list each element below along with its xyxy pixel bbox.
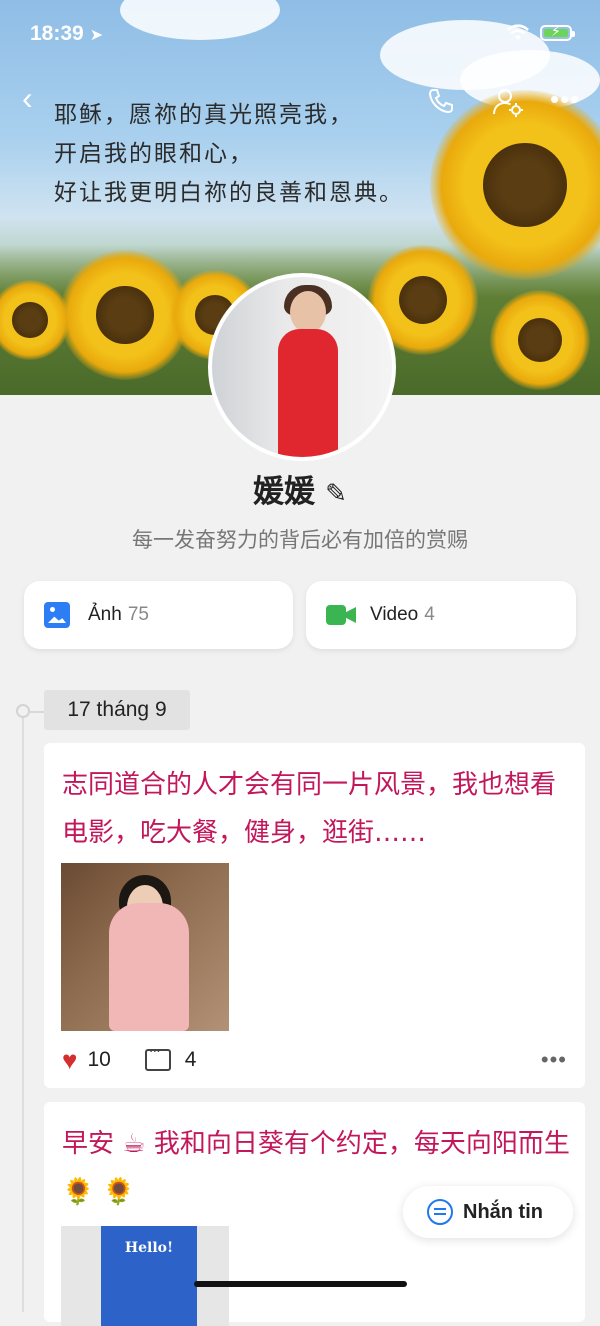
sunflower — [490, 290, 590, 390]
location-arrow-icon: ➤ — [89, 27, 104, 44]
phone-icon — [428, 89, 453, 114]
profile-name-text: 媛媛 — [253, 474, 316, 510]
video-camera-icon — [326, 603, 356, 627]
send-message-button[interactable]: Nhắn tin — [403, 1186, 573, 1238]
wifi-icon — [507, 24, 529, 40]
profile-name: 媛媛 ✎ — [0, 466, 600, 511]
ellipsis-icon: ••• — [550, 84, 581, 114]
photo-person — [109, 903, 189, 1031]
avatar-face — [290, 291, 326, 333]
comment-count: 4 — [184, 1048, 197, 1071]
call-button[interactable] — [426, 86, 456, 121]
photos-label: Ảnh — [88, 604, 122, 625]
photos-count: 75 — [127, 604, 149, 625]
status-time-text: 18:39 — [30, 22, 84, 45]
user-gear-icon — [493, 89, 523, 117]
comment-icon[interactable] — [144, 1042, 171, 1071]
post-actions: ♥ 10 4 ••• — [62, 1042, 567, 1076]
cover-poem: 耶稣，愿祢的真光照亮我， 开启我的眼和心， 好让我更明白祢的良善和恩典。 — [54, 96, 404, 213]
post-image-text: Hello! — [124, 1240, 174, 1256]
profile-bio: 每一发奋努力的背后必有加倍的赏赐 — [132, 528, 468, 552]
profile-settings-button[interactable] — [492, 86, 524, 123]
chat-bubble-icon — [427, 1199, 453, 1225]
avatar[interactable] — [208, 273, 396, 461]
poem-line: 耶稣，愿祢的真光照亮我， — [54, 102, 354, 128]
status-time: 18:39 ➤ — [30, 22, 103, 46]
post-image[interactable]: Hello! — [61, 1226, 229, 1326]
like-count: 10 — [87, 1048, 111, 1071]
timeline-post[interactable]: 志同道合的人才会有同一片风景，我也想看电影，吃大餐，健身，逛街…… ♥ 10 4… — [44, 743, 585, 1088]
battery-icon: ⚡ — [540, 23, 575, 41]
cloud — [120, 0, 280, 40]
date-badge: 17 tháng 9 — [44, 690, 190, 730]
home-indicator[interactable] — [194, 1281, 407, 1287]
chevron-left-icon: ‹ — [22, 80, 33, 116]
back-button[interactable]: ‹ — [22, 80, 33, 117]
post-text: 志同道合的人才会有同一片风景，我也想看电影，吃大餐，健身，逛街…… — [62, 770, 557, 848]
edit-name-icon[interactable]: ✎ — [325, 479, 347, 509]
videos-count: 4 — [424, 604, 435, 625]
post-more-icon[interactable]: ••• — [541, 1047, 567, 1073]
timeline-connector — [30, 711, 44, 713]
poem-line: 好让我更明白祢的良善和恩典。 — [54, 180, 404, 206]
videos-label: Video — [370, 604, 419, 625]
timeline-line — [22, 712, 24, 1312]
more-options-button[interactable]: ••• — [550, 84, 580, 115]
videos-card[interactable]: Video 4 — [306, 581, 576, 649]
timeline-dot — [16, 704, 30, 718]
post-image[interactable] — [61, 863, 229, 1031]
heart-icon[interactable]: ♥ — [62, 1045, 77, 1076]
send-message-label: Nhắn tin — [463, 1200, 543, 1223]
photos-card[interactable]: Ảnh 75 — [24, 581, 293, 649]
status-icons: ⚡ — [506, 23, 575, 42]
image-icon — [44, 602, 70, 628]
avatar-dress — [278, 329, 338, 457]
poem-line: 开启我的眼和心， — [54, 141, 254, 167]
